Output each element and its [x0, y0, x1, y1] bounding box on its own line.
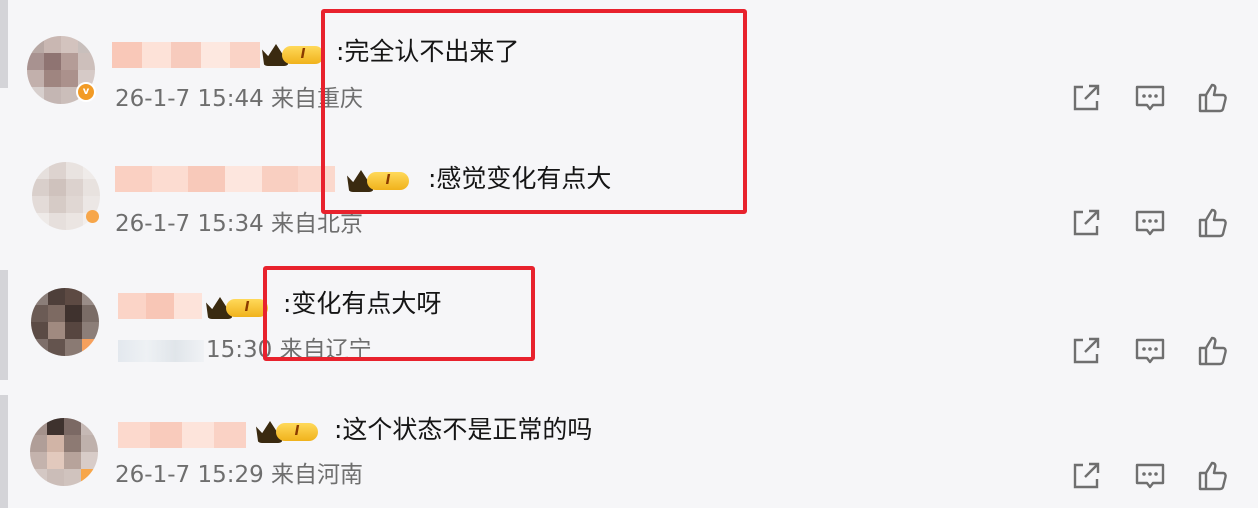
- like-icon[interactable]: [1196, 81, 1230, 115]
- username-blurred[interactable]: [115, 166, 336, 192]
- vip-badge: I: [262, 43, 324, 67]
- comment-location: 来自北京: [271, 211, 364, 237]
- like-icon[interactable]: [1196, 459, 1230, 493]
- comment-list: v I :完全认不出来了 26-1-7 15:44 来自重庆 I:感觉变化有点…: [0, 0, 1258, 508]
- share-icon[interactable]: [1069, 459, 1103, 493]
- share-icon[interactable]: [1069, 334, 1103, 368]
- share-icon[interactable]: [1069, 81, 1103, 115]
- comment-icon[interactable]: [1133, 81, 1167, 115]
- comment-time: 26-1-7 15:34: [115, 211, 264, 237]
- like-icon[interactable]: [1196, 206, 1230, 240]
- username-blurred[interactable]: [118, 422, 246, 448]
- avatar[interactable]: [30, 418, 98, 486]
- avatar[interactable]: [31, 288, 99, 356]
- comment-meta: 26-1-7 15:29 来自河南: [115, 460, 363, 490]
- highlight-box: [263, 266, 535, 361]
- comment-icon[interactable]: [1133, 334, 1167, 368]
- username-blurred[interactable]: [118, 293, 202, 319]
- like-icon[interactable]: [1196, 334, 1230, 368]
- comment-time: 26-1-7 15:29: [115, 462, 264, 488]
- vip-badge: I: [206, 296, 268, 320]
- comment-item: I :这个状态不是正常的吗 26-1-7 15:29 来自河南: [0, 382, 1258, 508]
- username-blurred[interactable]: [112, 42, 260, 68]
- comment-item: I :变化有点大呀 15:30 来自辽宁: [0, 256, 1258, 382]
- comment-text: :这个状态不是正常的吗: [334, 415, 593, 444]
- comment-icon[interactable]: [1133, 459, 1167, 493]
- blurred-date: [118, 339, 204, 362]
- comment-time: 26-1-7 15:44: [115, 86, 264, 112]
- share-icon[interactable]: [1069, 206, 1103, 240]
- vip-badge: I: [256, 420, 318, 444]
- status-dot: [86, 210, 99, 223]
- comment-location: 来自河南: [271, 462, 364, 488]
- highlight-box: [321, 9, 747, 214]
- comment-icon[interactable]: [1133, 206, 1167, 240]
- verified-badge: v: [76, 82, 96, 102]
